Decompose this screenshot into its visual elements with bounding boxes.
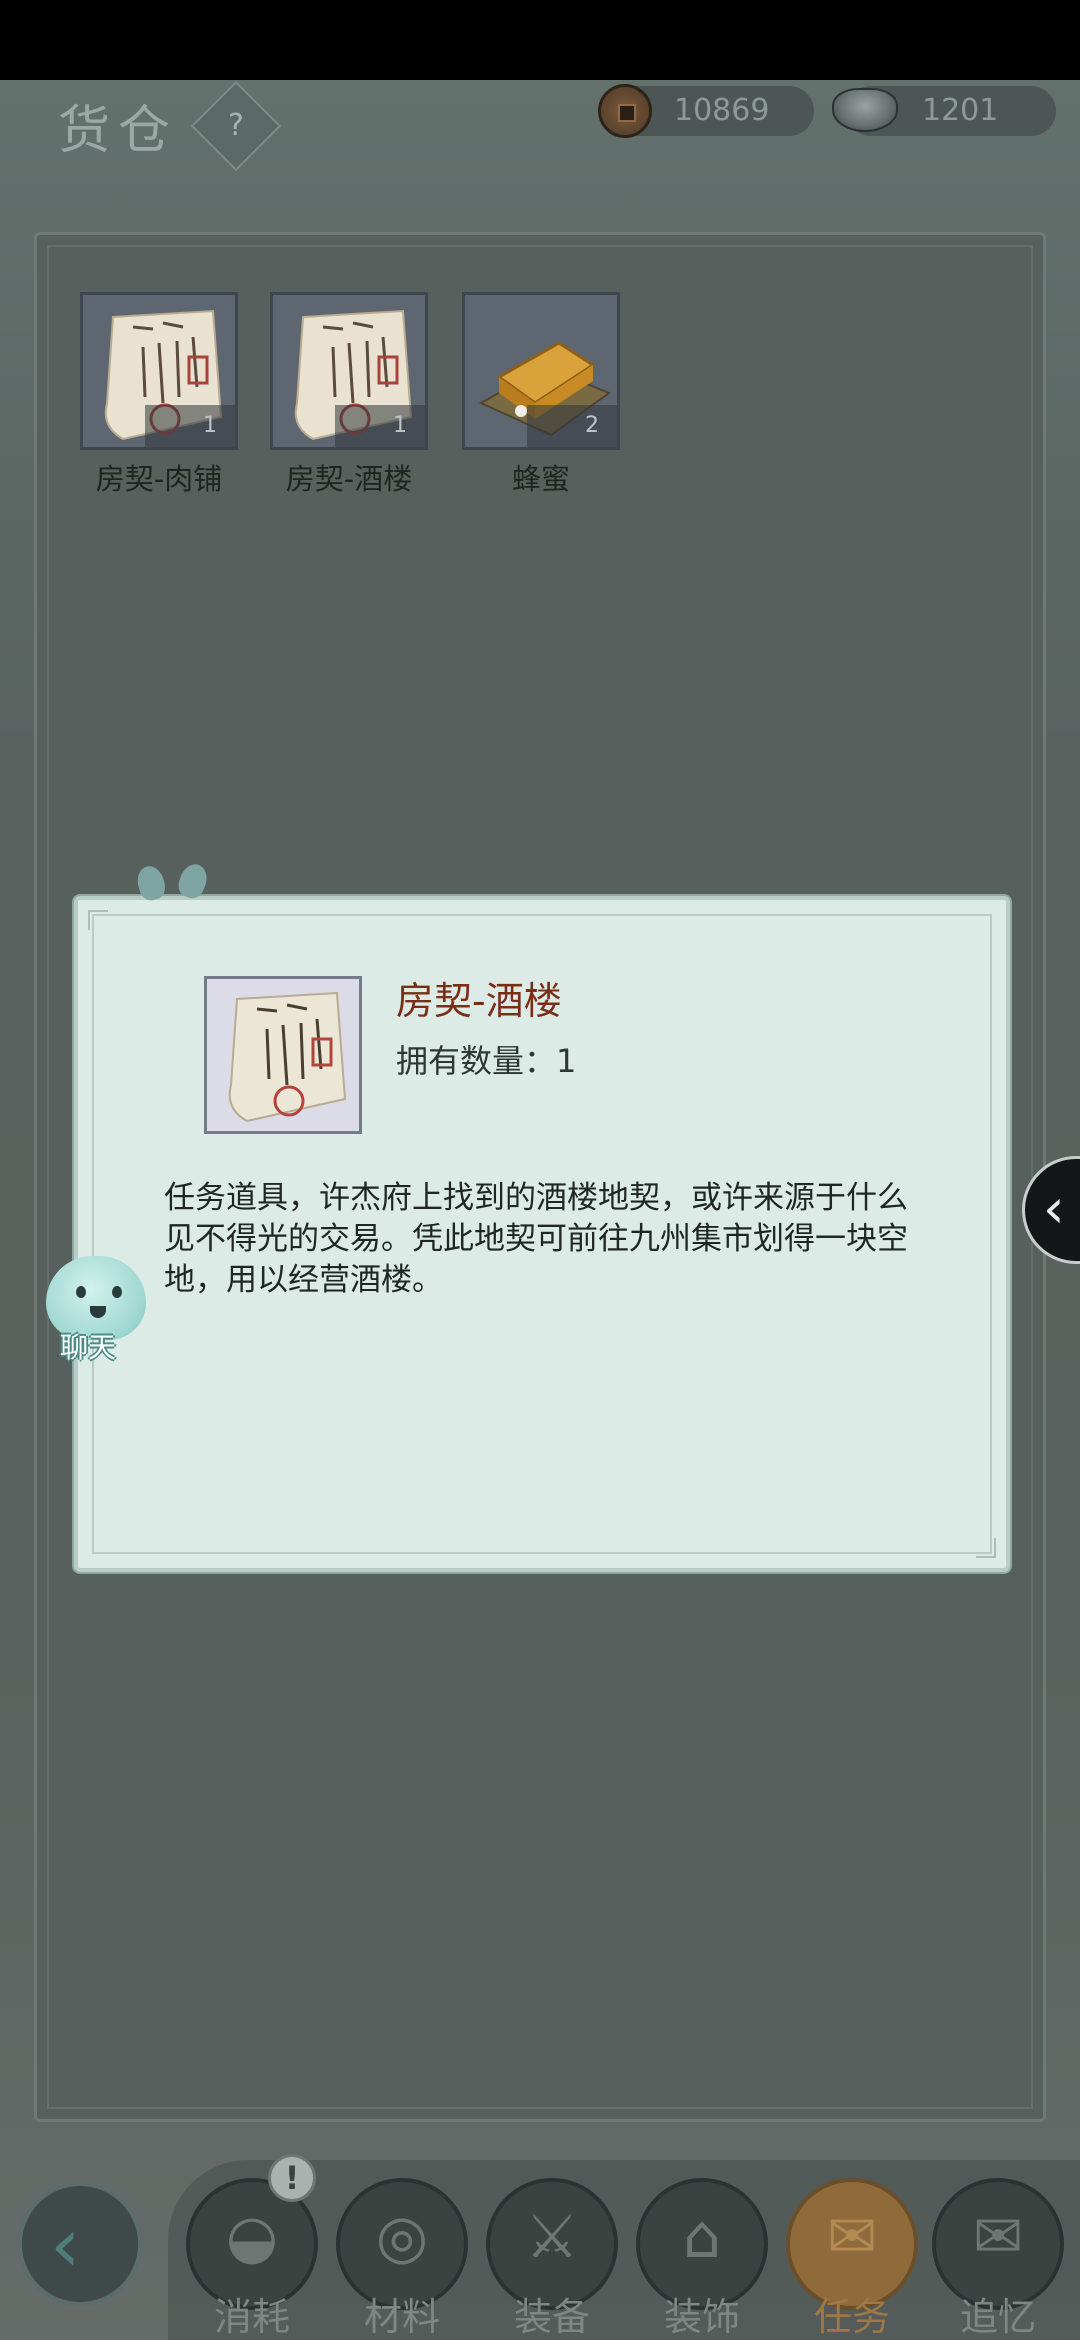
page-title: 货仓 xyxy=(58,101,179,161)
item-name: 房契-肉铺 xyxy=(95,462,223,496)
tab-label: 装饰 xyxy=(663,2295,740,2339)
dialog-item-description: 任务道具，许杰府上找到的酒楼地契，或许来源于什么见不得光的交易。凭此地契可前往九… xyxy=(164,1180,908,1298)
dialog-item-name: 房契-酒楼 xyxy=(396,979,562,1023)
tab-decoration[interactable]: ⌂ 装饰 xyxy=(636,2178,768,2340)
silver-ingot-value: 1201 xyxy=(922,93,999,128)
bowl-icon: ◒ xyxy=(225,2202,279,2272)
mascot-eye xyxy=(112,1286,122,1298)
item-slot[interactable]: 2 xyxy=(462,292,620,450)
tab-consumables[interactable]: ◒ 消耗 xyxy=(186,2178,318,2340)
copper-coin-icon xyxy=(598,84,652,138)
inventory-item[interactable]: 2 蜂蜜 xyxy=(462,292,620,498)
mascot-eye xyxy=(76,1286,86,1298)
dialog-item-quantity: 拥有数量：1 xyxy=(396,1042,577,1080)
item-count: 1 xyxy=(335,405,425,447)
gate-icon: ⌂ xyxy=(682,2202,722,2272)
tab-label: 材料 xyxy=(363,2295,440,2339)
scroll-icon: ✉ xyxy=(826,2202,878,2272)
silver-ingot-icon xyxy=(832,88,898,132)
tab-label: 任务 xyxy=(813,2295,890,2339)
chevron-left-icon: ‹ xyxy=(1043,1177,1065,1240)
item-count: 1 xyxy=(145,405,235,447)
back-button[interactable]: ‹ xyxy=(18,2182,142,2306)
alert-badge-icon: ! xyxy=(268,2154,316,2202)
tab-label: 追忆 xyxy=(959,2295,1036,2339)
item-detail-dialog[interactable]: 房契-酒楼 拥有数量：1 任务道具，许杰府上找到的酒楼地契，或许来源于什么见不得… xyxy=(74,896,1010,1572)
help-icon: ? xyxy=(228,108,244,143)
logs-icon: ◎ xyxy=(375,2202,429,2272)
mascot-mouth xyxy=(90,1306,106,1318)
item-name: 蜂蜜 xyxy=(511,462,570,496)
status-bar xyxy=(0,0,1080,80)
item-slot[interactable]: 1 xyxy=(80,292,238,450)
copper-coin-value: 10869 xyxy=(674,93,770,128)
dialog-item-icon xyxy=(204,976,362,1134)
tab-label: 消耗 xyxy=(213,2295,290,2339)
tab-quest[interactable]: ✉ 任务 xyxy=(786,2178,918,2340)
deed-scroll-icon xyxy=(228,991,347,1123)
tab-materials[interactable]: ◎ 材料 xyxy=(336,2178,468,2340)
tab-memories[interactable]: ✉ 追忆 xyxy=(932,2178,1064,2340)
back-arrow-icon: ‹ xyxy=(50,2200,81,2289)
tab-label: 装备 xyxy=(513,2295,590,2339)
item-count: 2 xyxy=(527,405,617,447)
item-name: 房契-酒楼 xyxy=(285,462,413,496)
inventory-item[interactable]: 1 房契-酒楼 xyxy=(270,292,428,498)
silver-ingot-counter: 1201 xyxy=(832,86,1056,136)
chat-button[interactable]: 聊天 xyxy=(42,1256,150,1364)
tab-equipment[interactable]: ⚔ 装备 xyxy=(486,2178,618,2340)
chat-label: 聊天 xyxy=(60,1331,117,1364)
copper-coin-counter: 10869 xyxy=(598,84,814,138)
robe-icon: ⚔ xyxy=(525,2202,579,2272)
inventory-item[interactable]: 1 房契-肉铺 xyxy=(80,292,238,498)
envelope-icon: ✉ xyxy=(972,2202,1024,2272)
item-slot[interactable]: 1 xyxy=(270,292,428,450)
